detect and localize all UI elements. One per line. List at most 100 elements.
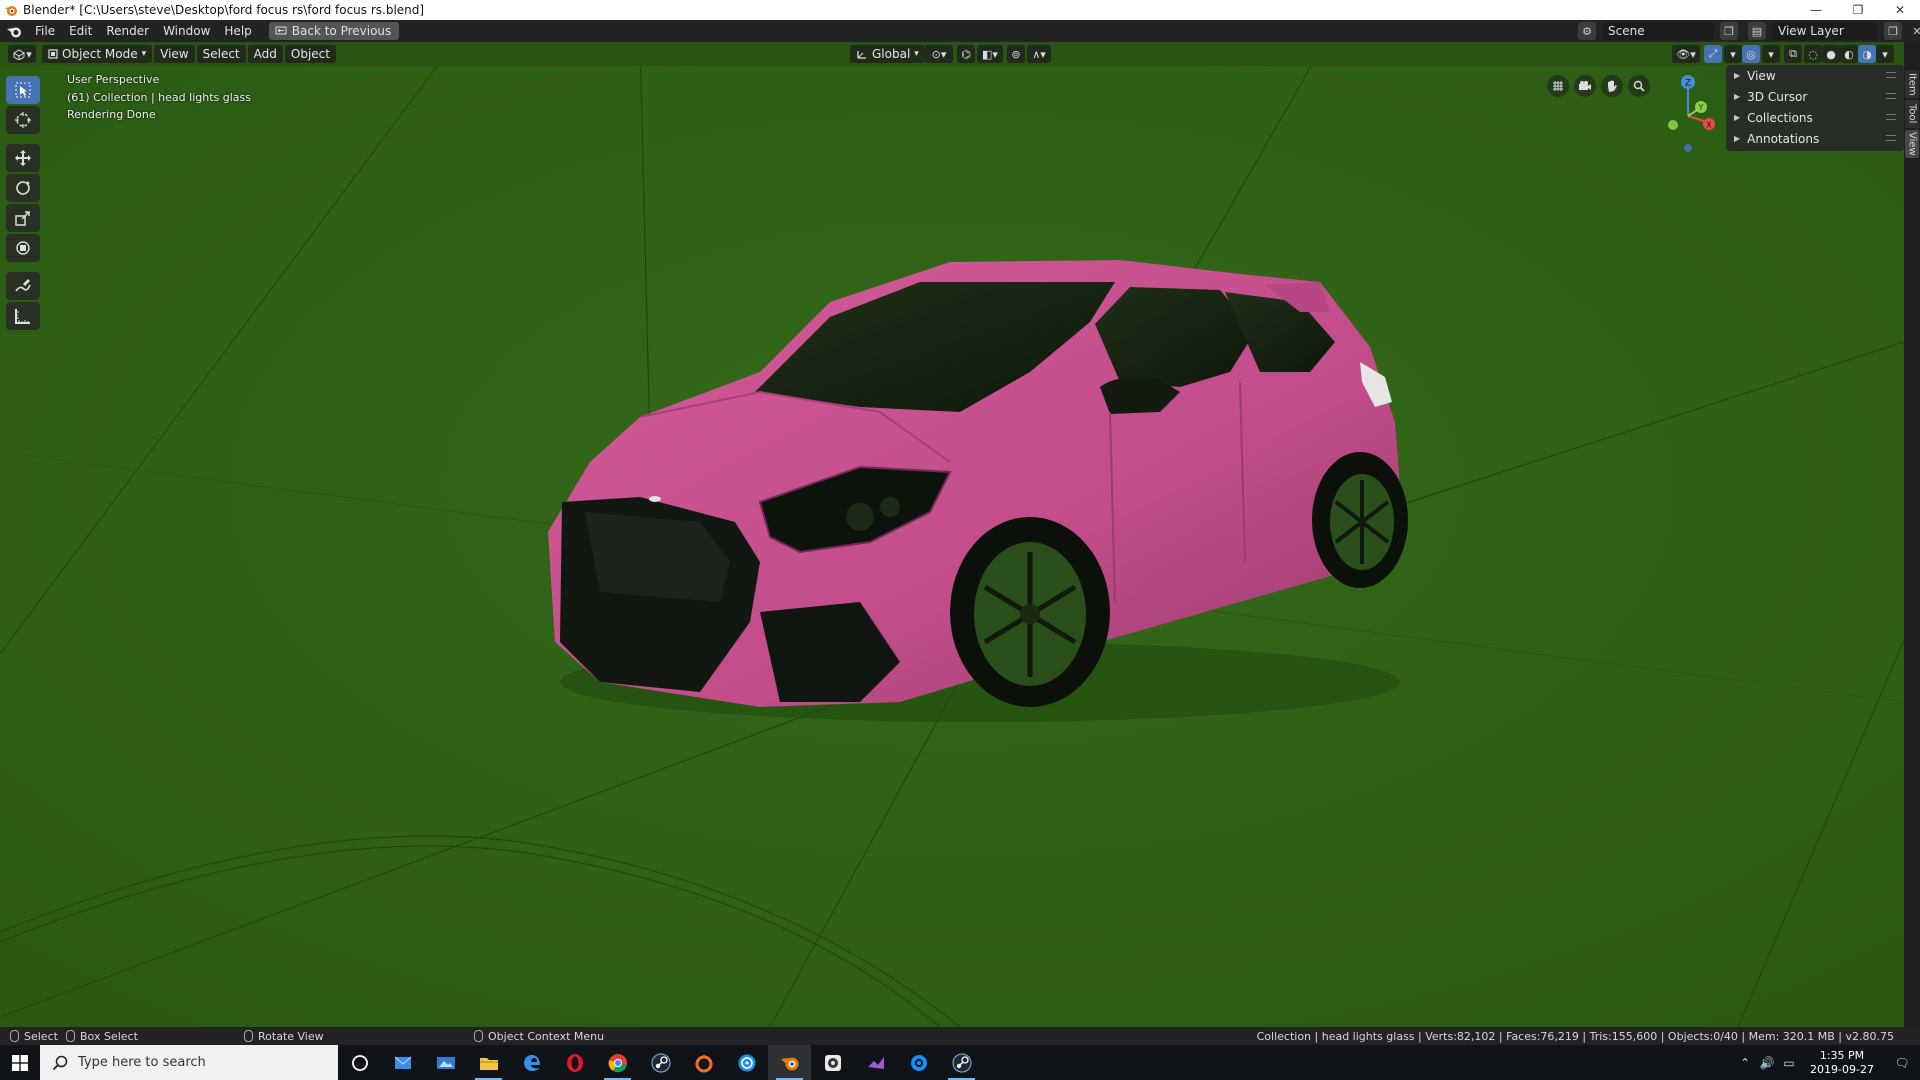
camera-view-icon[interactable] xyxy=(1574,75,1596,97)
annotate-tool[interactable] xyxy=(6,272,40,300)
mouse-left-icon xyxy=(10,1030,19,1042)
measure-tool[interactable] xyxy=(6,302,40,330)
network-icon[interactable]: ▭ xyxy=(1778,1045,1800,1080)
drag-handle-icon[interactable] xyxy=(1886,72,1896,78)
close-button[interactable]: ✕ xyxy=(1880,0,1920,20)
battlenet-icon[interactable] xyxy=(897,1045,940,1080)
screen-icon xyxy=(275,26,287,35)
pivot-point-icon[interactable]: ⊙▾ xyxy=(925,45,953,63)
material-shading-icon[interactable]: ◐ xyxy=(1840,45,1858,63)
snap-toggle-icon[interactable]: ⌬ xyxy=(957,45,975,63)
blender-icon[interactable] xyxy=(768,1045,811,1080)
scene-icon[interactable]: ⚙ xyxy=(1578,22,1596,40)
visual-studio-icon[interactable] xyxy=(854,1045,897,1080)
new-scene-icon[interactable]: ❐ xyxy=(1720,22,1738,40)
notifications-icon[interactable]: 🗨 xyxy=(1884,1045,1920,1080)
delete-view-layer-icon[interactable]: ✕ xyxy=(1908,22,1920,40)
shading-options-icon[interactable]: ▾ xyxy=(1876,45,1894,63)
menu-render[interactable]: Render xyxy=(99,20,156,42)
blender-app-icon xyxy=(3,2,19,18)
gizmo-toggle-icon[interactable]: ⤢ xyxy=(1704,45,1722,63)
object-mode-dropdown[interactable]: Object Mode ▾ xyxy=(42,45,153,63)
transform-tool[interactable] xyxy=(6,234,40,262)
chevron-up-icon[interactable]: ⌃ xyxy=(1734,1045,1756,1080)
xray-toggle-icon[interactable]: ⧉ xyxy=(1784,45,1802,63)
gizmo-z-label: Z xyxy=(1685,79,1691,89)
proportional-edit-icon[interactable]: ⊚ xyxy=(1007,45,1025,63)
move-tool[interactable] xyxy=(6,144,40,172)
edge-icon[interactable] xyxy=(510,1045,553,1080)
drag-handle-icon[interactable] xyxy=(1886,135,1896,141)
photos-icon[interactable] xyxy=(424,1045,467,1080)
blender-logo-icon[interactable] xyxy=(0,20,28,42)
editor-type-icon[interactable]: ▾ xyxy=(8,45,36,63)
overlays-options-icon[interactable]: ▾ xyxy=(1762,45,1780,63)
wireframe-shading-icon[interactable]: ◌ xyxy=(1804,45,1822,63)
steam-icon[interactable] xyxy=(940,1045,983,1080)
tab-tool[interactable]: Tool xyxy=(1905,100,1919,128)
orientation-icon xyxy=(857,51,866,59)
scene-field[interactable]: Scene xyxy=(1602,22,1714,40)
mouse-middle-icon xyxy=(244,1030,253,1042)
search-icon xyxy=(52,1055,68,1070)
menu-file[interactable]: File xyxy=(28,20,62,42)
volume-icon[interactable]: 🔊 xyxy=(1756,1045,1778,1080)
back-to-previous-button[interactable]: Back to Previous xyxy=(268,22,400,40)
transform-orientation-dropdown[interactable]: Global ▾ xyxy=(850,45,925,63)
orientation-gizmo[interactable]: Z X Y xyxy=(1660,70,1716,152)
toggle-grid-icon[interactable] xyxy=(1547,75,1569,97)
header-menu-add[interactable]: Add xyxy=(247,45,283,63)
taskbar-search[interactable]: Type here to search xyxy=(40,1045,338,1080)
expand-arrow-icon: ▶ xyxy=(1734,134,1741,143)
tab-item[interactable]: Item xyxy=(1905,70,1919,98)
drag-handle-icon[interactable] xyxy=(1886,114,1896,120)
falloff-icon[interactable]: ∧▾ xyxy=(1027,45,1051,63)
rendered-shading-icon[interactable]: ◑ xyxy=(1858,45,1876,63)
measure-ruler-icon xyxy=(15,309,30,324)
minimize-button[interactable]: — xyxy=(1796,0,1836,20)
restore-button[interactable]: ❐ xyxy=(1838,0,1878,20)
panel-3d-cursor[interactable]: ▶ 3D Cursor xyxy=(1726,86,1904,107)
system-tray: ⌃ 🔊 ▭ 1:35 PM 2019-09-27 🗨 xyxy=(1734,1045,1920,1080)
snap-target-icon[interactable]: ◧▾ xyxy=(977,45,1003,63)
menu-window[interactable]: Window xyxy=(156,20,217,42)
panel-collections[interactable]: ▶ Collections xyxy=(1726,107,1904,128)
select-box-tool[interactable] xyxy=(6,76,40,104)
rotate-tool[interactable] xyxy=(6,174,40,202)
uplay-icon[interactable] xyxy=(725,1045,768,1080)
cortana-icon[interactable] xyxy=(338,1045,381,1080)
new-view-layer-icon[interactable]: ❐ xyxy=(1884,22,1902,40)
zoom-view-icon[interactable] xyxy=(1628,75,1650,97)
pan-view-icon[interactable] xyxy=(1601,75,1623,97)
solid-shading-icon[interactable]: ● xyxy=(1822,45,1840,63)
tab-view[interactable]: View xyxy=(1905,130,1919,158)
file-explorer-icon[interactable] xyxy=(467,1045,510,1080)
panel-view[interactable]: ▶ View xyxy=(1726,65,1904,86)
obs-icon[interactable] xyxy=(811,1045,854,1080)
render-status-label: Rendering Done xyxy=(67,108,156,121)
mouse-drag-icon xyxy=(66,1030,75,1042)
steam-icon[interactable] xyxy=(639,1045,682,1080)
opera-icon[interactable] xyxy=(553,1045,596,1080)
visibility-icon[interactable]: 👁▾ xyxy=(1672,45,1700,63)
mail-icon[interactable] xyxy=(381,1045,424,1080)
start-button[interactable] xyxy=(0,1045,40,1080)
header-menu-object[interactable]: Object xyxy=(284,45,336,63)
view-layer-icon[interactable]: ▤ xyxy=(1748,22,1766,40)
origin-icon[interactable] xyxy=(682,1045,725,1080)
taskbar-clock[interactable]: 1:35 PM 2019-09-27 xyxy=(1800,1049,1884,1077)
cursor-tool[interactable] xyxy=(6,106,40,134)
view-layer-field[interactable]: View Layer xyxy=(1772,22,1878,40)
chrome-icon[interactable] xyxy=(596,1045,639,1080)
header-menu-view[interactable]: View xyxy=(154,45,195,63)
overlays-toggle-icon[interactable]: ◎ xyxy=(1742,45,1760,63)
3d-viewport[interactable]: User Perspective (61) Collection | head … xyxy=(0,42,1904,1027)
gizmo-options-icon[interactable]: ▾ xyxy=(1724,45,1742,63)
menu-help[interactable]: Help xyxy=(217,20,258,42)
window-title: Blender* [C:\Users\steve\Desktop\ford fo… xyxy=(23,3,425,17)
menu-edit[interactable]: Edit xyxy=(62,20,99,42)
header-menu-select[interactable]: Select xyxy=(196,45,246,63)
panel-annotations[interactable]: ▶ Annotations xyxy=(1726,128,1904,149)
drag-handle-icon[interactable] xyxy=(1886,93,1896,99)
scale-tool[interactable] xyxy=(6,204,40,232)
